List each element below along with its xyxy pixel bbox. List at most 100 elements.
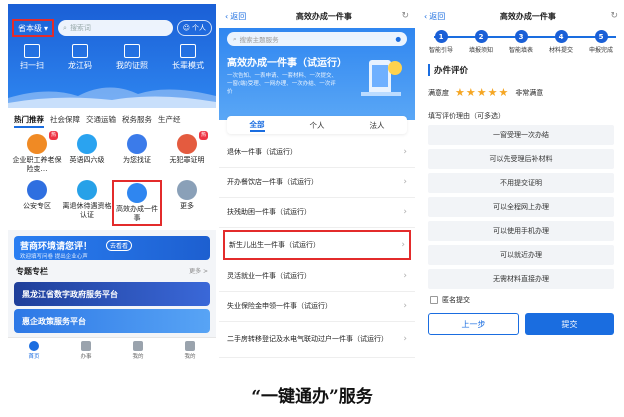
action-buttons: 上一步 提交 [428, 313, 614, 335]
list-item[interactable]: 开办餐饮店一件事（试运行） › [219, 168, 415, 198]
list-item[interactable]: 公民身后一件事（试运行）› [219, 358, 415, 363]
service-item[interactable]: 英语四六级 [62, 134, 112, 174]
service-item[interactable]: 公安专区 [12, 180, 62, 226]
nav-label: 首页 [28, 354, 40, 360]
quick-scan[interactable]: 扫一扫 [20, 44, 44, 71]
nav-profile[interactable]: 我的 [184, 341, 196, 360]
list-item[interactable]: 退休一件事（试运行） › [219, 138, 415, 168]
star-rating[interactable]: ★★★★★ [455, 86, 509, 99]
refresh-icon[interactable]: ↻ [610, 11, 618, 21]
list-item-label: 失业保险金申领一件事（试运行） [227, 302, 332, 310]
chevron-right-icon: › [403, 177, 407, 187]
service-label: 离退休待遇资格认证 [62, 202, 112, 219]
list-item[interactable]: 扶残助困一件事（试运行） › [219, 198, 415, 228]
hot-badge: 热 [48, 131, 58, 140]
tab-transport[interactable]: 交通运输 [86, 114, 116, 128]
service-item[interactable]: 为您找证 [112, 134, 162, 174]
region-selector[interactable]: 省本级 ▾ [12, 19, 55, 37]
reason-option[interactable]: 一窗受理一次办结 [428, 125, 614, 145]
service-label: 为您找证 [123, 156, 151, 164]
service-icon [77, 134, 97, 154]
filter-tabs: 全部 个人 法人 [227, 116, 407, 134]
previous-step-button[interactable]: 上一步 [428, 313, 519, 335]
bottom-nav: 首页 办事 我的 我的 [8, 337, 216, 363]
topic-search-placeholder: 搜索主题服务 [239, 36, 279, 44]
tab-production[interactable]: 生产经 [158, 114, 181, 128]
service-label: 企业职工养老保险变… [12, 156, 62, 173]
home-screen: 省本级 ▾ ⌕ 搜索词 ☺ 个人 扫一扫 龙江码 我的证照 长辈模式 热门推荐 … [8, 4, 216, 363]
chevron-left-icon: ‹ [424, 11, 428, 21]
tab-hot[interactable]: 热门推荐 [14, 114, 44, 128]
service-icon [127, 183, 147, 203]
nav-label: 我的 [184, 354, 196, 360]
reason-option[interactable]: 可以先受理后补材料 [428, 149, 614, 169]
business-survey-banner[interactable]: 营商环境请您评！ 欢迎填写问卷 提出企业心声 去看看 [14, 236, 210, 260]
home-search-input[interactable]: ⌕ 搜索词 [58, 20, 173, 36]
back-label: 返回 [230, 11, 247, 21]
one-thing-list-screen: ‹ 返回 高效办成一件事 ↻ ⌕ 搜索主题服务 ● 高效办成一件事（试运行） 一… [219, 4, 415, 363]
scan-icon [24, 44, 40, 58]
tab-social-security[interactable]: 社会保障 [50, 114, 80, 128]
chevron-left-icon: ‹ [225, 11, 229, 21]
reason-option[interactable]: 不用提交证明 [428, 173, 614, 193]
quick-actions: 扫一扫 龙江码 我的证照 长辈模式 [8, 44, 216, 71]
quick-my-licenses[interactable]: 我的证照 [116, 44, 148, 71]
refresh-icon[interactable]: ↻ [401, 11, 409, 21]
reason-option[interactable]: 可以就近办理 [428, 245, 614, 265]
topic-card[interactable]: 惠企政策服务平台 [14, 309, 210, 333]
tab-tax[interactable]: 税务服务 [122, 114, 152, 128]
user-button[interactable]: ☺ 个人 [176, 20, 212, 36]
banner-button[interactable]: 去看看 [106, 240, 133, 251]
nav-home[interactable]: 首页 [28, 341, 40, 360]
quick-label: 龙江码 [68, 61, 92, 70]
submit-button[interactable]: 提交 [525, 313, 614, 335]
tab-all[interactable]: 全部 [249, 119, 265, 132]
service-item[interactable]: 离退休待遇资格认证 [62, 180, 112, 226]
list-item[interactable]: 二手房转移登记及水电气联动过户一件事（试运行） › [219, 322, 415, 358]
list-item-label: 灵活就业一件事（试运行） [227, 272, 311, 280]
home-icon [28, 341, 39, 351]
user-icon: ☺ [182, 24, 190, 32]
tab-personal[interactable]: 个人 [310, 120, 325, 131]
document-icon [132, 341, 143, 351]
tab-legal-person[interactable]: 法人 [370, 120, 385, 131]
nav-mine[interactable]: 我的 [132, 341, 144, 360]
topic-search-input[interactable]: ⌕ 搜索主题服务 ● [227, 32, 407, 46]
list-item[interactable]: 新生儿出生一件事（试运行） › [223, 230, 411, 260]
reason-option[interactable]: 无需材料直接办理 [428, 269, 614, 289]
step-label: 材料提交 [548, 47, 573, 54]
figure-caption: “一键通办”服务 [251, 387, 373, 407]
section-more-link[interactable]: 更多 > [189, 266, 208, 277]
list-item[interactable]: 失业保险金申领一件事（试运行） › [219, 292, 415, 322]
service-grid: 企业职工养老保险变… 热英语四六级 为您找证 无犯罪证明 热公安专区 离退休待遇资格认证高… [8, 128, 216, 230]
reason-option[interactable]: 可以全程网上办理 [428, 197, 614, 217]
home-search-placeholder: 搜索词 [69, 24, 91, 32]
service-item[interactable]: 高效办成一件事 [112, 180, 162, 226]
list-item[interactable]: 灵活就业一件事（试运行） › [219, 262, 415, 292]
anonymous-checkbox[interactable] [430, 296, 438, 304]
service-item[interactable]: 企业职工养老保险变… 热 [12, 131, 62, 174]
page-title: 高效办成一件事 [295, 11, 352, 21]
banner-subtitle: 欢迎填写问卷 提出企业心声 [20, 254, 88, 260]
evaluation-screen: ‹ 返回 高效办成一件事 ↻ 1 智能引导 2 填报须知 3 智能填表 4 材料提交 5 申报完成… [418, 4, 624, 363]
service-item[interactable]: 无犯罪证明 热 [162, 131, 212, 174]
back-button[interactable]: ‹ 返回 [424, 11, 445, 22]
service-item[interactable]: 更多 [162, 180, 212, 226]
reason-option[interactable]: 可以使用手机办理 [428, 221, 614, 241]
service-label: 英语四六级 [69, 156, 105, 164]
city-skyline-illustration [8, 87, 216, 108]
step-number: 4 [554, 30, 568, 43]
anonymous-label: 匿名提交 [442, 296, 470, 304]
back-button[interactable]: ‹ 返回 [225, 11, 246, 22]
microphone-icon[interactable]: ● [395, 35, 401, 43]
quick-longjiang-code[interactable]: 龙江码 [68, 44, 92, 71]
satisfaction-value: 非常满意 [515, 88, 544, 97]
quick-elder-mode[interactable]: 长辈模式 [172, 44, 204, 71]
anonymous-toggle[interactable]: 匿名提交 [428, 295, 614, 305]
briefcase-icon [80, 341, 91, 351]
step-label: 智能引导 [428, 47, 453, 54]
nav-services[interactable]: 办事 [80, 341, 92, 360]
chevron-right-icon: › [403, 334, 407, 344]
step-label: 智能填表 [508, 47, 533, 54]
topic-card[interactable]: 黑龙江省数字政府服务平台 [14, 282, 210, 306]
